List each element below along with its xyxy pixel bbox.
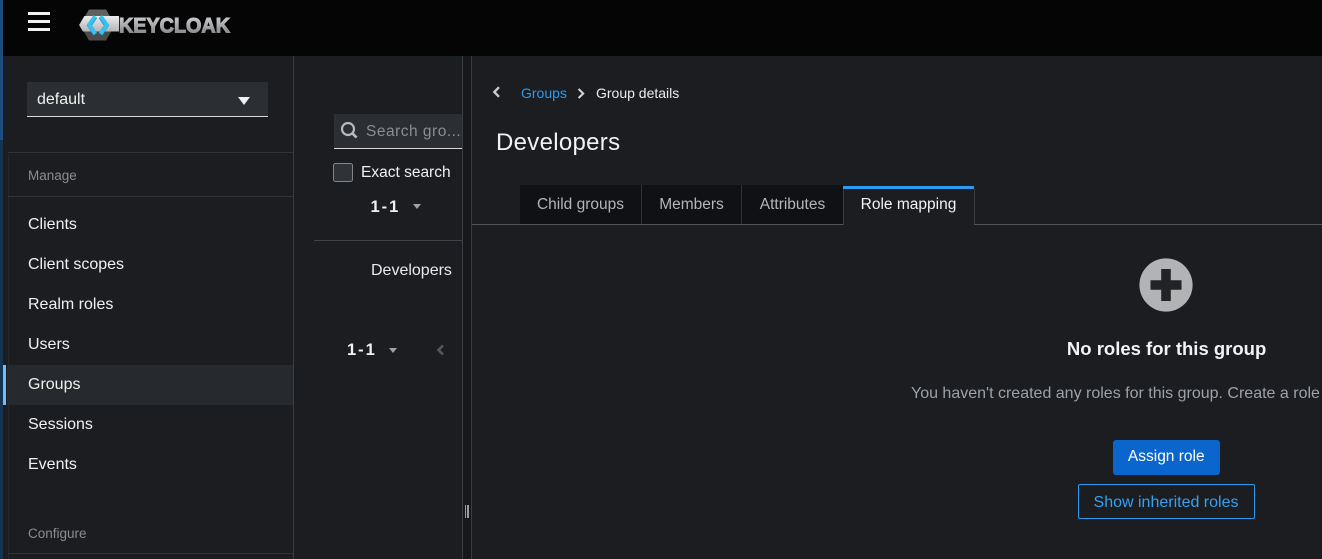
svg-text:KEYCLOAK: KEYCLOAK bbox=[119, 14, 230, 38]
